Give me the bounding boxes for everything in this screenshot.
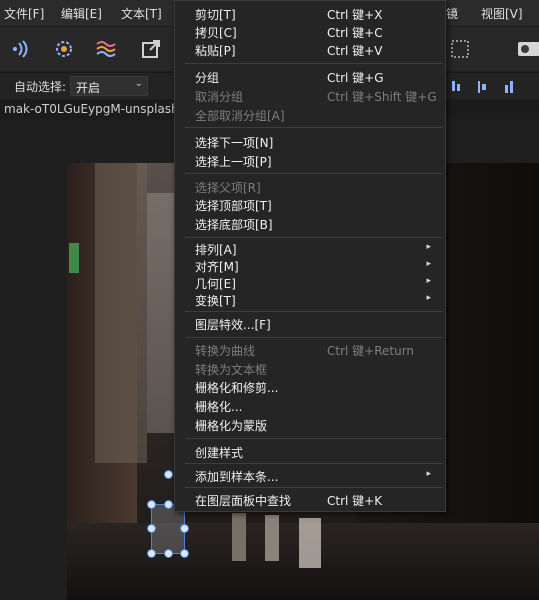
menu-item-shortcut: Ctrl 键+V [327,44,383,58]
menu-separator [185,487,443,488]
submenu-arrow-icon: ▸ [426,469,431,479]
submenu-arrow-icon: ▸ [426,259,431,269]
menu-item-label: 在图层面板中查找 [195,494,292,508]
submenu-arrow-icon: ▸ [426,293,431,303]
menu-separator [185,463,443,464]
menu-item-shortcut: Ctrl 键+Shift 键+G [327,90,437,104]
toggle-icon[interactable] [514,35,539,63]
green-sign [69,243,79,273]
menu-item-create-style[interactable]: 创建样式 [175,443,445,460]
menu-item-label: 栅格化和修剪... [195,381,279,395]
menu-item-copy[interactable]: 拷贝[C] Ctrl 键+C [175,23,445,40]
menu-item-select-prev[interactable]: 选择上一项[P] [175,152,445,169]
menu-separator [185,237,443,238]
menu-item-shortcut: Ctrl 键+C [327,26,383,40]
menu-item-label: 对齐[M] [195,260,239,274]
building-facade [95,163,147,463]
menu-item-shortcut: Ctrl 键+G [327,71,384,85]
export-icon[interactable] [137,35,165,63]
menu-item-label: 粘贴[P] [195,44,236,58]
menu-item-convert-curves[interactable]: 转换为曲线 Ctrl 键+Return [175,341,445,358]
align-icons[interactable] [450,77,530,95]
menu-item-rasterize-mask[interactable]: 栅格化为蒙版 [175,416,445,433]
menu-separator [185,63,443,64]
menu-item-cut[interactable]: 剪切[T] Ctrl 键+X [175,5,445,22]
menu-item-label: 转换为曲线 [195,344,256,358]
waves-icon[interactable] [92,35,120,63]
menu-mirror[interactable]: 镜 [446,5,458,22]
menu-separator [185,311,443,312]
menu-item-arrange[interactable]: 排列[A] ▸ [175,240,445,257]
submenu-arrow-icon: ▸ [426,242,431,252]
menu-item-label: 转换为文本框 [195,363,268,377]
menu-item-rasterize[interactable]: 栅格化... [175,397,445,414]
menu-separator [185,127,443,128]
menu-item-shortcut: Ctrl 键+Return [327,344,415,358]
menu-item-label: 添加到样本条... [195,470,279,484]
menu-item-ungroup-all[interactable]: 全部取消分组[A] [175,106,445,123]
resize-handle-tl[interactable] [147,500,156,509]
menu-item-label: 分组 [195,71,220,85]
menu-item-select-top[interactable]: 选择顶部项[T] [175,196,445,213]
resize-handle-br[interactable] [180,549,189,558]
menu-separator [185,438,443,439]
menu-separator [185,337,443,338]
menu-file[interactable]: 文件[F] [4,5,44,22]
chevron-down-icon: ⌄ [134,78,143,89]
resize-handle-bc[interactable] [164,549,173,558]
menu-item-label: 创建样式 [195,446,244,460]
menu-item-align[interactable]: 对齐[M] ▸ [175,257,445,274]
menu-item-label: 选择底部项[B] [195,218,273,232]
menu-item-label: 拷贝[C] [195,26,237,40]
menu-item-label: 选择父项[R] [195,181,261,195]
menu-item-label: 全部取消分组[A] [195,109,285,123]
resize-handle-bl[interactable] [147,549,156,558]
menu-item-ungroup[interactable]: 取消分组 Ctrl 键+Shift 键+G [175,87,445,104]
menu-item-select-bottom[interactable]: 选择底部项[B] [175,215,445,232]
menu-item-shortcut: Ctrl 键+X [327,8,383,22]
resize-handle-tc[interactable] [164,500,173,509]
gear-dots-icon[interactable] [50,35,78,63]
menu-view[interactable]: 视图[V] [481,5,523,22]
menu-edit[interactable]: 编辑[E] [61,5,102,22]
menu-item-label: 选择上一项[P] [195,155,272,169]
rotate-handle[interactable] [164,470,173,479]
menu-item-convert-textframe[interactable]: 转换为文本框 [175,360,445,377]
menu-separator [185,173,443,174]
menu-item-label: 栅格化... [195,400,243,414]
pedestrian-2 [265,515,279,561]
menu-item-add-swatch[interactable]: 添加到样本条... ▸ [175,467,445,484]
menu-item-label: 几何[E] [195,277,236,291]
radial-wave-icon[interactable] [8,35,36,63]
menu-item-label: 选择下一项[N] [195,136,274,150]
auto-select-value: 开启 [76,81,101,95]
street-sign [299,518,321,568]
resize-handle-ml[interactable] [147,524,156,533]
pedestrian-1 [232,513,246,561]
menu-item-label: 选择顶部项[T] [195,199,272,213]
menu-item-rasterize-trim[interactable]: 栅格化和修剪... [175,378,445,395]
menu-item-label: 图层特效...[F] [195,318,271,332]
menu-item-select-parent[interactable]: 选择父项[R] [175,178,445,195]
menu-item-paste[interactable]: 粘贴[P] Ctrl 键+V [175,41,445,58]
auto-select-label: 自动选择: [14,80,67,94]
menu-item-label: 取消分组 [195,90,244,104]
menu-item-transform[interactable]: 变换[T] ▸ [175,291,445,308]
menu-text[interactable]: 文本[T] [121,5,162,22]
menu-item-label: 变换[T] [195,294,236,308]
menu-item-shortcut: Ctrl 键+K [327,494,383,508]
menu-item-layer-effects[interactable]: 图层特效...[F] [175,315,445,332]
menu-item-label: 栅格化为蒙版 [195,419,268,433]
submenu-arrow-icon: ▸ [426,276,431,286]
menu-item-geometry[interactable]: 几何[E] ▸ [175,274,445,291]
menu-item-label: 剪切[T] [195,8,236,22]
menu-item-label: 排列[A] [195,243,237,257]
menu-item-find-in-layers[interactable]: 在图层面板中查找 Ctrl 键+K [175,491,445,508]
menu-item-select-next[interactable]: 选择下一项[N] [175,133,445,150]
menu-item-group[interactable]: 分组 Ctrl 键+G [175,68,445,85]
selection-box-icon[interactable] [446,35,474,63]
resize-handle-mr[interactable] [180,524,189,533]
context-menu: 剪切[T] Ctrl 键+X 拷贝[C] Ctrl 键+C 粘贴[P] Ctrl 键+… [174,0,446,512]
auto-select-dropdown[interactable]: 开启 ⌄ [70,76,148,96]
